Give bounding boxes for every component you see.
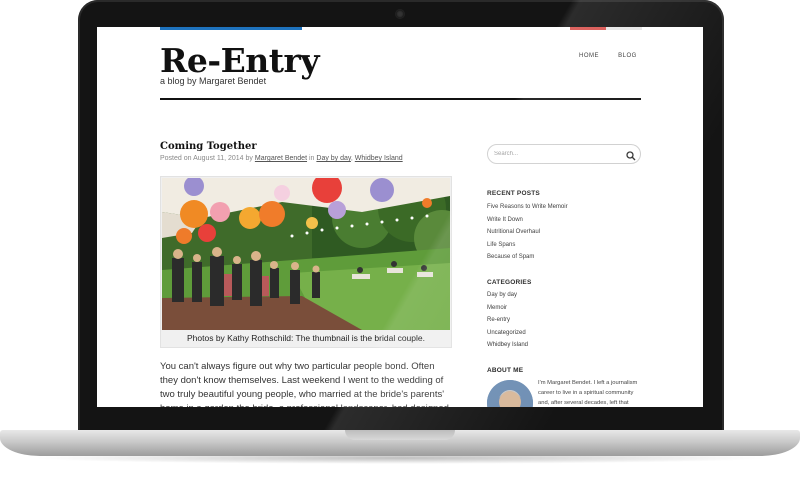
main-nav: HOME BLOG xyxy=(579,53,654,59)
recent-post-link[interactable]: Life Spans xyxy=(487,242,568,255)
about-me-title: ABOUT ME xyxy=(487,367,524,374)
category-link[interactable]: Re-entry xyxy=(487,317,528,330)
meta-by: by xyxy=(245,155,253,162)
search-icon[interactable] xyxy=(626,148,636,161)
site-tagline: a blog by Margaret Bendet xyxy=(160,76,267,86)
post-category-link[interactable]: Day by day xyxy=(316,155,351,162)
nav-item-home[interactable]: HOME xyxy=(579,53,599,59)
accent-bar-light xyxy=(606,27,642,30)
accent-bar-blue xyxy=(160,27,302,30)
categories-title: CATEGORIES xyxy=(487,279,532,286)
site-title[interactable]: Re-Entry xyxy=(160,43,320,79)
categories-list: Day by day Memoir Re-entry Uncategorized… xyxy=(487,292,528,355)
post-body: You can't always figure out why two part… xyxy=(160,361,449,407)
laptop-opening-notch xyxy=(345,430,455,440)
category-link[interactable]: Day by day xyxy=(487,292,528,305)
category-link[interactable]: Whidbey Island xyxy=(487,342,528,355)
recent-posts-list: Five Reasons to Write Memoir Write It Do… xyxy=(487,204,568,267)
post-title[interactable]: Coming Together xyxy=(160,141,257,152)
about-me-text: I'm Margaret Bendet. I left a journalism… xyxy=(538,380,638,406)
recent-post-link[interactable]: Write It Down xyxy=(487,217,568,230)
laptop-screen: Re-Entry a blog by Margaret Bendet HOME … xyxy=(97,27,703,407)
post-category-link[interactable]: Whidbey Island xyxy=(355,155,403,162)
header-divider xyxy=(160,98,641,100)
post-date[interactable]: August 11, 2014 xyxy=(193,155,243,162)
webcam xyxy=(396,10,404,18)
category-link[interactable]: Uncategorized xyxy=(487,330,528,343)
photo-caption: Photos by Kathy Rothschild: The thumbnai… xyxy=(187,333,425,343)
meta-posted-on: Posted on xyxy=(160,155,192,162)
meta-in: in xyxy=(308,155,315,162)
wedding-photo[interactable] xyxy=(162,178,450,330)
nav-item-blog[interactable]: BLOG xyxy=(618,53,637,59)
search-input[interactable] xyxy=(494,148,614,160)
post-meta: Posted on August 11, 2014 by Margaret Be… xyxy=(160,155,403,162)
post-author-link[interactable]: Margaret Bendet xyxy=(255,155,307,162)
category-link[interactable]: Memoir xyxy=(487,305,528,318)
recent-posts-title: RECENT POSTS xyxy=(487,190,540,197)
recent-post-link[interactable]: Because of Spam xyxy=(487,254,568,267)
accent-bar-red xyxy=(570,27,606,30)
post-figure: Photos by Kathy Rothschild: The thumbnai… xyxy=(160,176,452,348)
recent-post-link[interactable]: Five Reasons to Write Memoir xyxy=(487,204,568,217)
author-avatar xyxy=(487,380,533,407)
recent-post-link[interactable]: Nutritional Overhaul xyxy=(487,229,568,242)
meta-separator: , xyxy=(350,155,353,162)
search-box xyxy=(487,144,641,164)
